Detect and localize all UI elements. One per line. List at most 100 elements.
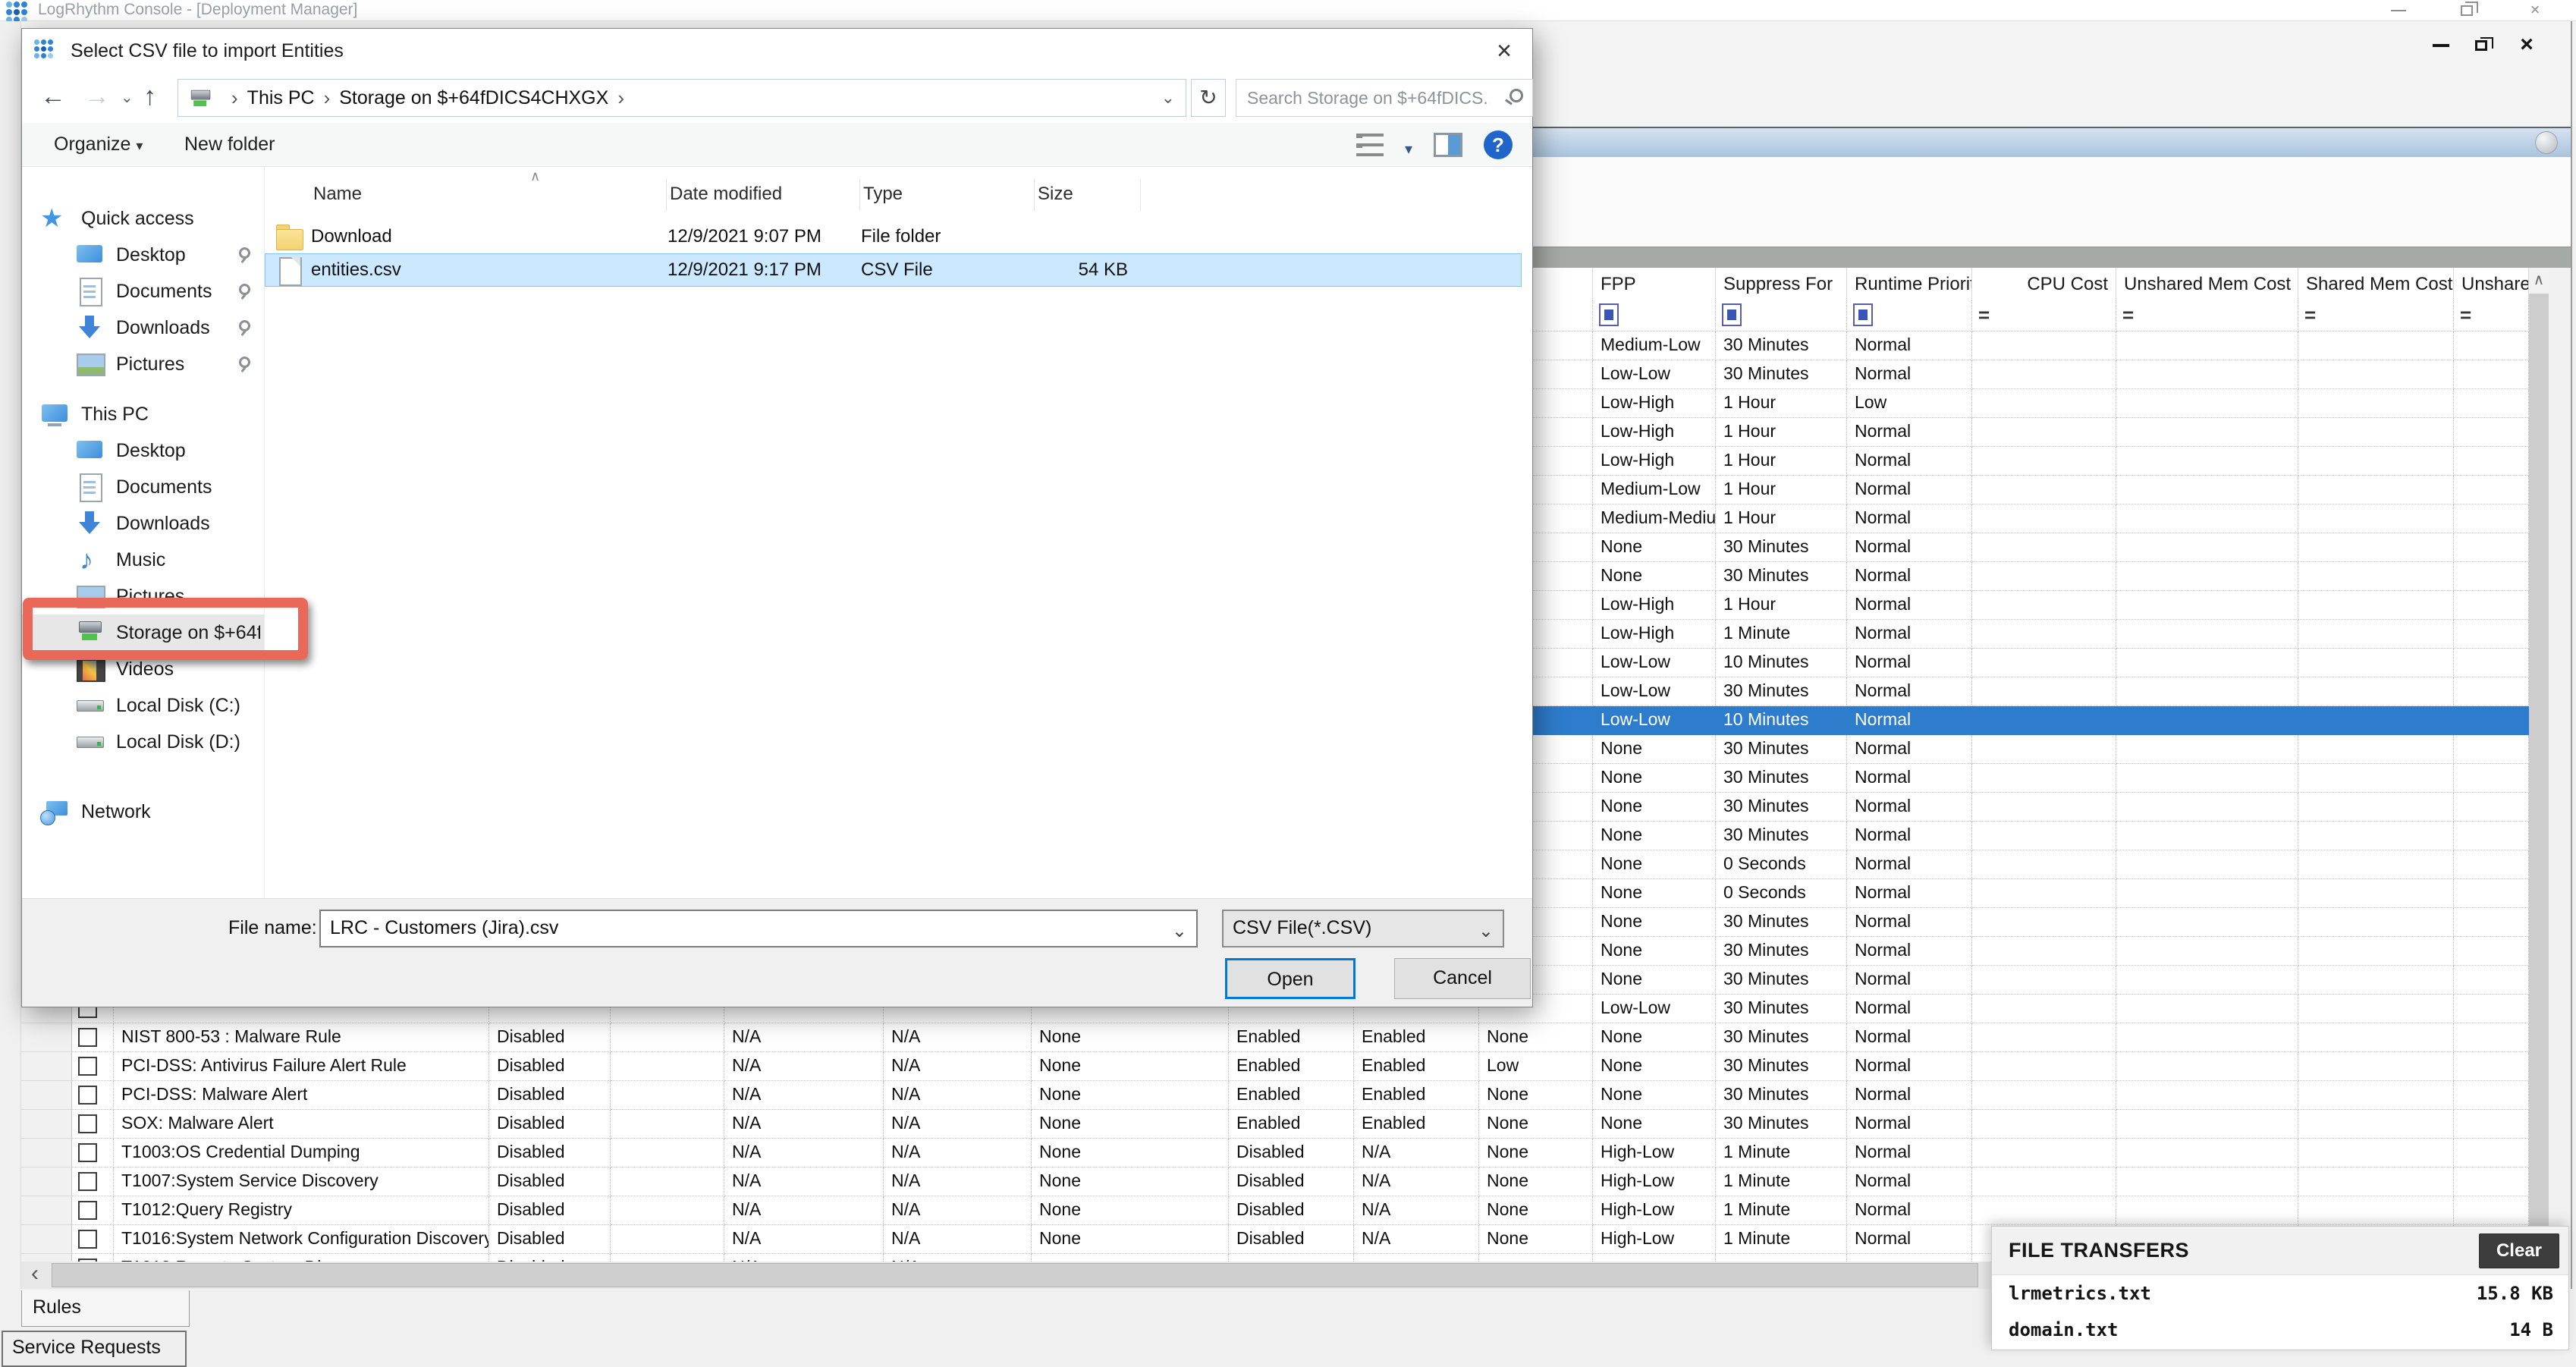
table-row[interactable]: SOX: Malware Alert Disabled N/A N/A None… [21, 1110, 2529, 1139]
breadcrumb-item-this-pc[interactable]: This PC [247, 87, 315, 109]
col-header-unshared-me[interactable]: Unshared Me [2454, 268, 2529, 300]
column-size[interactable]: Size [1035, 179, 1141, 211]
filter-equals-icon[interactable]: = [1978, 303, 1990, 326]
row-checkbox[interactable] [78, 1086, 97, 1105]
sidebar-item[interactable]: Desktop [22, 237, 264, 273]
filter-equals-icon[interactable]: = [2304, 303, 2316, 326]
preview-pane-icon[interactable] [1434, 133, 1462, 157]
row-indicator[interactable] [21, 1225, 72, 1254]
filter-button-runtime[interactable] [1853, 303, 1873, 326]
row-checkbox[interactable] [78, 1172, 97, 1191]
table-row[interactable]: NIST 800-53 : Malware Rule Disabled N/A … [21, 1023, 2529, 1052]
view-details-icon[interactable] [1358, 134, 1384, 156]
table-row[interactable]: PCI-DSS: Malware Alert Disabled N/A N/A … [21, 1081, 2529, 1110]
row-checkbox[interactable] [78, 1143, 97, 1162]
table-row[interactable]: T1003:OS Credential Dumping Disabled N/A… [21, 1139, 2529, 1167]
col-header-suppress-for[interactable]: Suppress For [1716, 268, 1847, 300]
row-checkbox-cell [72, 1225, 114, 1254]
row-checkbox[interactable] [78, 1028, 97, 1047]
sidebar-item[interactable]: Music [22, 542, 264, 578]
breadcrumb[interactable]: › This PC › Storage on $+64fDICS4CHXGX ›… [177, 79, 1186, 117]
filter-button-suppress[interactable] [1722, 303, 1742, 326]
table-row[interactable]: PCI-DSS: Antivirus Failure Alert Rule Di… [21, 1052, 2529, 1081]
scroll-left-icon[interactable]: ‹ [21, 1262, 49, 1289]
file-type-select[interactable]: CSV File(*.CSV) ⌄ [1222, 910, 1504, 947]
close-button[interactable]: × [2515, 0, 2556, 21]
mdi-close-button[interactable]: × [2509, 30, 2544, 61]
vertical-scrollbar-thumb[interactable] [2529, 294, 2549, 1234]
tab-rules[interactable]: Rules [21, 1290, 190, 1327]
breadcrumb-item-storage[interactable]: Storage on $+64fDICS4CHXGX [339, 87, 608, 109]
clear-button[interactable]: Clear [2479, 1233, 2559, 1268]
file-name-input[interactable]: LRC - Customers (Jira).csv ⌄ [319, 910, 1198, 947]
history-dropdown-icon[interactable]: ⌄ [121, 88, 134, 107]
help-button[interactable]: ? [1484, 130, 1513, 159]
cancel-button[interactable]: Cancel [1394, 958, 1531, 999]
column-name[interactable]: ∧Name [310, 179, 667, 211]
sidebar-item[interactable]: Local Disk (D:) [22, 724, 264, 760]
sidebar-item[interactable]: Documents [22, 469, 264, 505]
file-row[interactable]: entities.csv 12/9/2021 9:17 PM CSV File … [265, 253, 1522, 287]
row-checkbox[interactable] [78, 1057, 97, 1076]
col-header-cpu-cost[interactable]: CPU Cost [1972, 268, 2116, 300]
search-input[interactable]: Search Storage on $+64fDICS... [1236, 79, 1533, 117]
file-transfer-row: lrmetrics.txt 15.8 KB [1992, 1275, 2568, 1312]
row-indicator[interactable] [21, 1254, 72, 1262]
sidebar-item[interactable]: Desktop [22, 432, 264, 469]
sidebar-item[interactable]: Downloads [22, 310, 264, 346]
col-header-fpp[interactable]: FPP [1593, 268, 1716, 300]
sidebar-item[interactable]: Downloads [22, 505, 264, 542]
file-type-value: CSV File(*.CSV) [1233, 917, 1371, 938]
row-checkbox[interactable] [78, 1201, 97, 1220]
dialog-close-button[interactable]: × [1487, 35, 1522, 67]
sidebar-item[interactable]: Pictures [22, 346, 264, 382]
row-indicator[interactable] [21, 1196, 72, 1225]
refresh-button[interactable]: ↻ [1191, 79, 1226, 117]
cell-unshared-me [2454, 879, 2529, 908]
row-indicator[interactable] [21, 1167, 72, 1196]
organize-button[interactable]: Organize ▾ [54, 134, 143, 156]
mdi-minimize-button[interactable] [2424, 30, 2458, 61]
col-header-shared-mem-cost[interactable]: Shared Mem Cost [2298, 268, 2454, 300]
table-row[interactable]: T1007:System Service Discovery Disabled … [21, 1167, 2529, 1196]
filter-equals-icon[interactable]: = [2460, 303, 2471, 326]
col-header-unshared-mem-cost[interactable]: Unshared Mem Cost [2116, 268, 2298, 300]
sidebar-item[interactable]: Quick access [22, 200, 264, 237]
cell-runtime-priority: Normal [1847, 591, 1972, 620]
mdi-restore-button[interactable] [2464, 30, 2499, 61]
row-checkbox[interactable] [78, 1114, 97, 1133]
table-row[interactable]: T1012:Query Registry Disabled N/A N/A No… [21, 1196, 2529, 1225]
forward-button[interactable]: → [84, 82, 110, 112]
chevron-down-icon[interactable]: ⌄ [1172, 920, 1187, 942]
address-dropdown-icon[interactable]: ⌄ [1161, 88, 1186, 108]
column-type[interactable]: Type [860, 179, 1035, 211]
row-indicator[interactable] [21, 1081, 72, 1110]
row-indicator[interactable] [21, 1052, 72, 1081]
back-button[interactable]: ← [40, 82, 66, 112]
view-dropdown-icon[interactable]: ▾ [1405, 140, 1412, 159]
col-header-runtime-priority[interactable]: Runtime Priority [1847, 268, 1972, 300]
new-folder-button[interactable]: New folder [184, 134, 275, 156]
sidebar-item[interactable]: Network [22, 793, 264, 830]
sidebar-item[interactable]: Documents [22, 273, 264, 310]
restore-button[interactable] [2446, 0, 2487, 21]
row-indicator[interactable] [21, 1110, 72, 1139]
scroll-up-icon[interactable]: ∧ [2529, 268, 2549, 294]
column-date-modified[interactable]: Date modified [667, 179, 860, 211]
row-checkbox[interactable] [78, 1230, 97, 1249]
file-date: 12/9/2021 9:17 PM [668, 259, 861, 281]
chevron-down-icon[interactable]: ⌄ [1478, 920, 1494, 942]
filter-equals-icon[interactable]: = [2122, 303, 2134, 326]
sidebar-item[interactable]: Local Disk (C:) [22, 687, 264, 724]
open-button[interactable]: Open [1225, 958, 1356, 999]
up-button[interactable]: ↑ [143, 82, 156, 112]
tab-service-requests[interactable]: Service Requests [2, 1331, 187, 1367]
horizontal-scrollbar-thumb[interactable] [52, 1263, 1978, 1287]
file-row[interactable]: Download 12/9/2021 9:07 PM File folder [265, 220, 1522, 253]
sidebar-item[interactable]: This PC [22, 396, 264, 432]
vertical-scrollbar[interactable]: ∧ [2529, 268, 2549, 1262]
row-indicator[interactable] [21, 1139, 72, 1167]
row-indicator[interactable] [21, 1023, 72, 1052]
filter-button-fpp[interactable] [1599, 303, 1619, 326]
minimize-button[interactable] [2378, 0, 2419, 21]
